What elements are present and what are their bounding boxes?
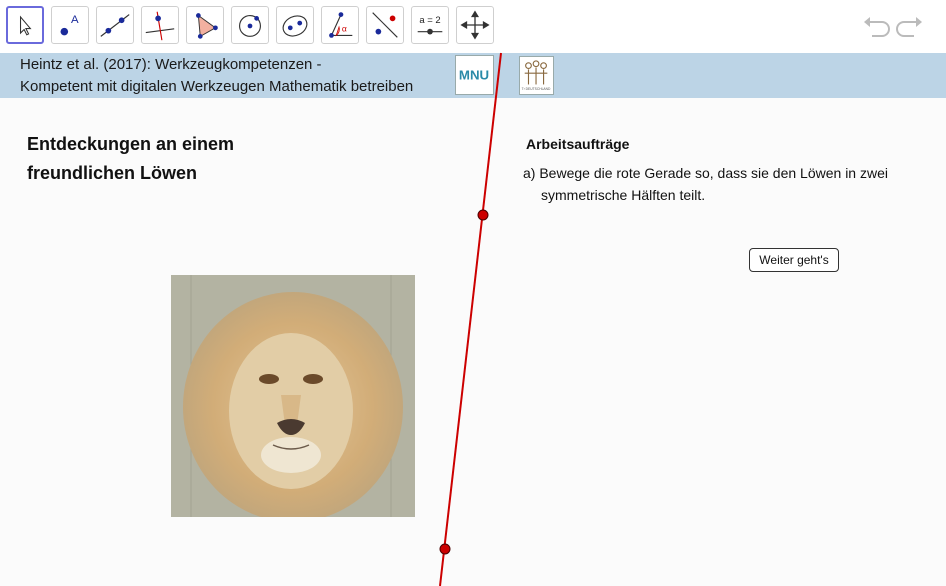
slider-tool-button[interactable]: a = 2 [411,6,449,44]
angle-icon: α [329,12,353,38]
redo-icon[interactable] [896,12,926,42]
next-button[interactable]: Weiter geht's [749,248,839,272]
banner-line-2: Kompetent mit digitalen Werkzeugen Mathe… [20,78,414,95]
toolbar: A α a = 2 [0,0,946,53]
point-label: A [71,14,79,26]
t3-logo: T³ DEUTSCHLAND [519,56,554,95]
title-line-1: Entdeckungen an einem [27,134,235,154]
perpendicular-icon [145,11,175,41]
reflect-icon [372,12,398,38]
task-a-line-1: a) Bewege die rote Gerade so, dass sie d… [523,165,888,181]
line-icon [100,14,130,37]
mnu-logo: MNU [455,55,494,95]
ellipse-tool-button[interactable] [276,6,314,44]
task-a-line-2: symmetrische Hälften teilt. [541,187,706,203]
slider-label: a = 2 [419,15,440,26]
banner-line-1: Heintz et al. (2017): Werkzeugkompetenze… [20,56,322,73]
slider-icon: a = 2 [417,15,443,35]
move-tool-button[interactable] [6,6,44,44]
reflect-tool-button[interactable] [366,6,404,44]
angle-label: α [342,24,347,34]
line-tool-button[interactable] [96,6,134,44]
page-title: Entdeckungen an einem freundlichen Löwen [27,130,234,188]
t3-logo-text: T³ DEUTSCHLAND [522,87,551,91]
move-graphics-tool-button[interactable] [456,6,494,44]
angle-tool-button[interactable]: α [321,6,359,44]
circle-icon [239,14,261,37]
lion-image [171,275,415,517]
task-a: a) Bewege die rote Gerade so, dass sie d… [523,162,923,206]
ellipse-icon [282,15,308,37]
mnu-logo-text: MNU [459,68,489,83]
move-view-icon [460,10,490,40]
title-line-2: freundlichen Löwen [27,163,198,183]
tasks-heading: Arbeitsaufträge [526,136,630,152]
perpendicular-line-tool-button[interactable] [141,6,179,44]
circle-tool-button[interactable] [231,6,269,44]
polygon-tool-button[interactable] [186,6,224,44]
polygon-icon [196,13,218,39]
point-tool-button[interactable]: A [51,6,89,44]
arrow-cursor-icon [19,15,32,36]
undo-icon[interactable] [860,12,890,42]
point-icon: A [60,14,79,36]
